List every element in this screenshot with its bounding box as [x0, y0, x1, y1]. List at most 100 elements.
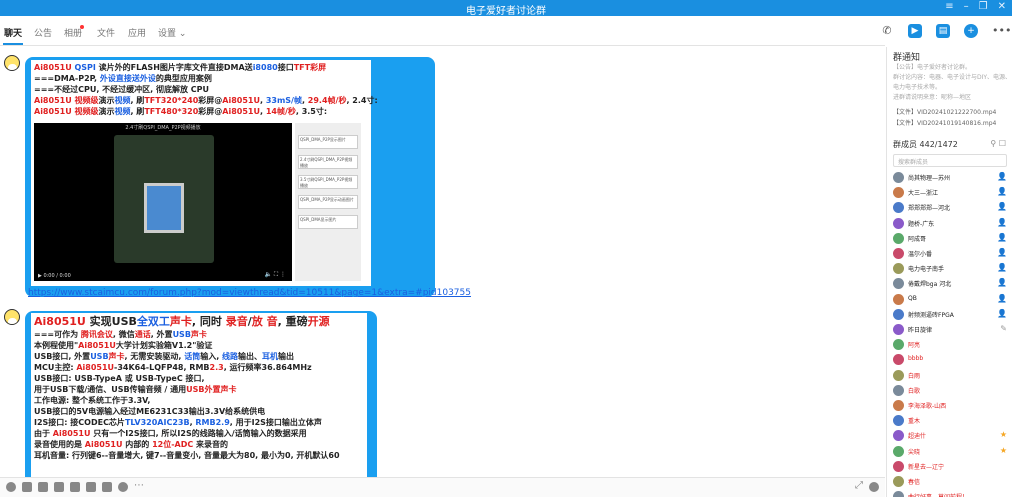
gif-icon[interactable] — [22, 482, 32, 492]
member-item[interactable]: 白歌 — [893, 384, 1011, 399]
tab-settings[interactable]: 设置 ⌄ — [158, 26, 186, 39]
voice-icon[interactable] — [102, 482, 112, 492]
member-name: 曲行好事、莫问前程！ — [908, 492, 968, 497]
text-run: 14帧/秒 — [265, 107, 296, 116]
text-run: 29.4帧/秒 — [307, 96, 347, 105]
message-bubble: Ai8051U 实现USB全双工声卡, 同时 录音/放 音, 重磅开源 ===可作… — [31, 313, 367, 477]
text-run: Ai8051U — [76, 363, 115, 372]
member-item[interactable]: 阿成哥 👤 — [893, 232, 1011, 247]
video-call-icon[interactable]: ▶ — [908, 24, 922, 38]
member-item[interactable]: 电力电子南手 👤 — [893, 262, 1011, 277]
text-run: I2S接口: 接CODEC芯片 — [34, 418, 125, 427]
bell-icon[interactable] — [118, 482, 128, 492]
menu-icon[interactable]: ≡ — [945, 1, 953, 12]
tab-chat[interactable]: 聊天 — [4, 26, 22, 39]
member-item[interactable]: 阿亮 — [893, 338, 1011, 353]
video-player[interactable]: 2.4寸刷QSPI_DMA_P2P视频播放 ▶ 0:00 / 0:00 🔈 ⛶ … — [34, 123, 292, 281]
member-item[interactable]: 新星去—辽宁 — [893, 460, 1011, 475]
admin-badge-icon: 👤 — [997, 293, 1007, 303]
text-run: 视频 — [114, 107, 131, 116]
member-item[interactable]: 李海泽歌-山西 — [893, 399, 1011, 414]
close-icon[interactable]: ✕ — [998, 1, 1006, 12]
avatar[interactable] — [4, 55, 20, 71]
admin-badge-icon: 👤 — [997, 263, 1007, 273]
text-run: 的典型应用案例 — [155, 74, 212, 83]
message-text: Ai8051U QSPI 读片外的FLASH图片字库文件直接DMA送i8080接… — [34, 62, 378, 117]
tab-bar: 聊天 公告 相册 文件 应用 设置 ⌄ — [0, 16, 885, 46]
file-notice[interactable]: 【文件】VID20241021222700.mp4 — [893, 107, 996, 116]
member-item[interactable]: 重木 — [893, 414, 1011, 429]
playlist-item[interactable]: 2.4寸刷QSPI_DMA_P2P视频播放 — [298, 155, 358, 169]
maximize-icon[interactable]: ❐ — [979, 1, 988, 12]
text-run: 彩屏@ — [198, 96, 223, 105]
minimize-icon[interactable]: – — [964, 1, 969, 12]
screenshot-icon[interactable] — [38, 482, 48, 492]
emoji-icon[interactable] — [6, 482, 16, 492]
member-item[interactable]: 春信 — [893, 475, 1011, 490]
edit-badge-icon: ✎ — [1000, 324, 1007, 333]
text-run: ===可作为 — [34, 330, 81, 339]
member-item[interactable]: 温尔小番 👤 — [893, 247, 1011, 262]
member-item[interactable]: 郑郑郑郑—河北 👤 — [893, 201, 1011, 216]
message-line: Ai8051U 实现USB全双工声卡, 同时 录音/放 音, 重磅开源 — [34, 315, 364, 329]
member-item[interactable]: 昨日旋律 ✎ — [893, 323, 1011, 338]
tab-files[interactable]: 文件 — [97, 26, 115, 39]
text-run: 演示 — [98, 107, 115, 116]
notice-line[interactable]: 【公告】电子爱好者讨论群。 — [893, 62, 971, 71]
member-item[interactable]: QB 👤 — [893, 293, 1011, 308]
member-item[interactable]: 题桥-广东 👤 — [893, 217, 1011, 232]
notes-icon[interactable]: ▤ — [936, 24, 950, 38]
member-item[interactable]: 白雨 — [893, 369, 1011, 384]
text-run: USB接口, 外置 — [34, 352, 91, 361]
avatar[interactable] — [4, 309, 20, 325]
more-icon[interactable]: ••• — [992, 24, 1011, 38]
admin-badge-icon: 👤 — [997, 217, 1007, 227]
playlist-item[interactable]: QSPI_DMA_P2P显示动画图片 — [298, 195, 358, 209]
video-time: ▶ 0:00 / 0:00 — [38, 273, 71, 279]
tab-announcement[interactable]: 公告 — [34, 26, 52, 39]
member-name: 重木 — [908, 418, 921, 426]
member-item[interactable]: 超迪什 ★ — [893, 429, 1011, 444]
input-toolbar: ⋯ ⤢ — [0, 477, 885, 497]
member-item[interactable]: 尖晓 ★ — [893, 445, 1011, 460]
message-line: 用于USB下载/通信、USB传输音频 / 通用USB外置声卡 — [34, 384, 364, 395]
member-item[interactable]: bbbb — [893, 353, 1011, 368]
text-run: ===不经过CPU, 不经过缓冲区, 彻底解放 CPU — [34, 85, 210, 94]
expand-icon[interactable]: ⤢ — [855, 480, 863, 491]
message-line: ===不经过CPU, 不经过缓冲区, 彻底解放 CPU — [34, 84, 368, 95]
member-item[interactable]: 倦戴焊bga 河北 👤 — [893, 277, 1011, 292]
text-run: 线路 — [222, 352, 239, 361]
text-run: , 2.4寸: — [346, 96, 378, 105]
history-icon[interactable] — [869, 482, 879, 492]
text-run: TFT320*240 — [144, 96, 199, 105]
text-run: 2.3 — [209, 363, 224, 372]
video-controls[interactable]: 🔈 ⛶ ⋮ — [265, 271, 287, 279]
member-item[interactable]: 曲行好事、莫问前程！ — [893, 490, 1011, 497]
file-notice[interactable]: 【文件】VID20241019140816.mp4 — [893, 118, 996, 127]
member-avatar — [893, 263, 904, 275]
playlist-item[interactable]: QSPI_DMA_P2P显示图片 — [298, 135, 358, 149]
more-icon[interactable]: ⋯ — [134, 480, 144, 491]
member-item[interactable]: 射频测逼砖FPGA 👤 — [893, 308, 1011, 323]
member-item[interactable]: 大三—浙江 👤 — [893, 186, 1011, 201]
member-search-input[interactable]: 搜索群成员 — [893, 154, 1007, 167]
add-icon[interactable]: + — [964, 24, 978, 38]
forum-link[interactable]: https://www.stcaimcu.com/forum.php?mod=v… — [28, 288, 471, 298]
member-actions[interactable]: ⚲ ☐ — [990, 139, 1006, 148]
playlist-item[interactable]: 3.5寸刷QSPI_DMA_P2P视频播放 — [298, 175, 358, 189]
message-line: 耳机音量: 行列键6--音量增大, 键7--音量变小, 音量最大为80, 最小为… — [34, 450, 364, 461]
member-name: 白雨 — [908, 372, 921, 380]
folder-icon[interactable] — [54, 482, 64, 492]
member-name: 尖晓 — [908, 448, 921, 456]
file-icon[interactable] — [70, 482, 80, 492]
member-item[interactable]: 尚其物理—苏州 👤 — [893, 171, 1011, 186]
notice-line: 电力电子技术等。 — [893, 84, 942, 91]
phone-icon[interactable]: ✆ — [880, 24, 894, 38]
admin-badge-icon: 👤 — [997, 232, 1007, 242]
text-run: ===DMA-P2P, — [34, 74, 100, 83]
tab-apps[interactable]: 应用 — [128, 26, 146, 39]
image-icon[interactable] — [86, 482, 96, 492]
text-run: 读片外的FLASH图片字库文件直接DMA送 — [95, 63, 253, 72]
playlist-item[interactable]: QSPI_DMA显示图片 — [298, 215, 358, 229]
admin-badge-icon: 👤 — [997, 278, 1007, 288]
